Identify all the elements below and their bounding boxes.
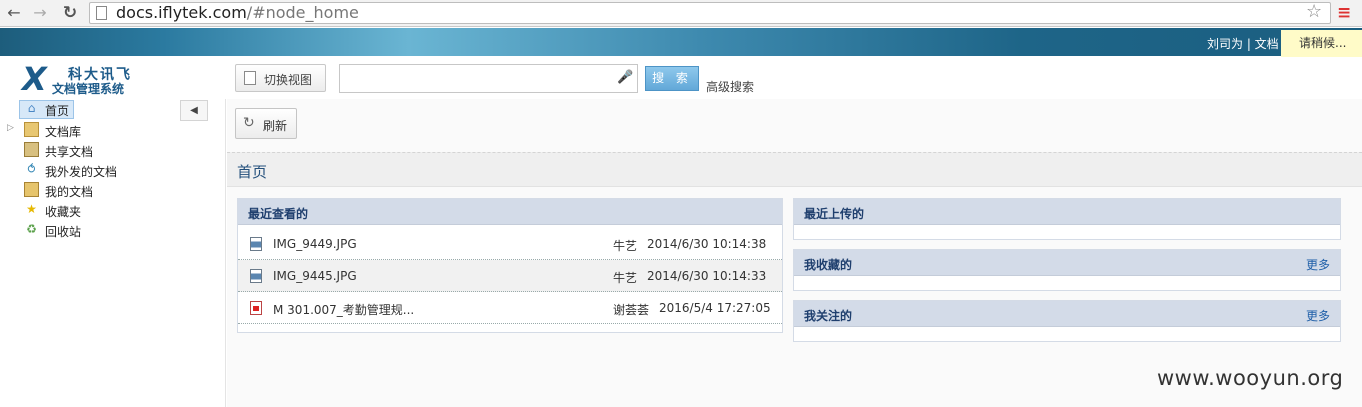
panel-title: 最近上传的 — [804, 207, 865, 221]
recycle-bin-icon: ♻ — [26, 222, 37, 236]
browser-toolbar: ← → ↻ docs.iflytek.com/#node_home ☆ ≡ — [0, 0, 1362, 27]
logo-system-name: 文档管理系统 — [52, 82, 125, 96]
expand-arrow-icon[interactable]: ▷ — [7, 123, 14, 133]
outgoing-icon: ⥀ — [27, 162, 36, 176]
sidebar-item-home[interactable]: ⌂ 首页 — [0, 100, 170, 119]
sidebar-item-label: 首页 — [45, 104, 70, 118]
page-icon — [96, 6, 107, 20]
advanced-search-link[interactable]: 高级搜索 — [706, 78, 754, 95]
panel-header: 我收藏的 更多 — [794, 250, 1340, 276]
address-bar[interactable]: docs.iflytek.com/#node_home — [89, 2, 1331, 24]
recent-viewed-panel: 最近查看的 IMG_9449.JPG 牛艺 2014/6/30 10:14:38… — [237, 198, 783, 333]
file-time: 2014/6/30 10:14:38 — [647, 237, 767, 251]
file-time: 2014/6/30 10:14:33 — [647, 269, 767, 283]
reload-icon[interactable]: ↻ — [60, 3, 80, 23]
file-name[interactable]: M 301.007_考勤管理规... — [273, 301, 414, 318]
sidebar-item-label: 我外发的文档 — [45, 165, 118, 179]
panel-title: 最近查看的 — [248, 207, 309, 221]
file-user: 牛艺 — [613, 271, 638, 285]
browser-menu-icon[interactable]: ≡ — [1337, 3, 1351, 23]
sidebar-item-recycle-bin[interactable]: ♻ 回收站 — [0, 221, 170, 239]
search-button[interactable]: 搜 索 — [645, 66, 699, 91]
file-user: 牛艺 — [613, 239, 638, 253]
panel-title: 我收藏的 — [804, 258, 853, 272]
more-link[interactable]: 更多 — [1306, 307, 1330, 324]
file-row[interactable]: IMG_9445.JPG 牛艺 2014/6/30 10:14:33 — [238, 260, 782, 292]
recent-uploaded-panel: 最近上传的 — [793, 198, 1341, 240]
microphone-icon[interactable]: 🎤 — [617, 70, 633, 85]
file-name[interactable]: IMG_9445.JPG — [273, 269, 357, 283]
image-file-icon — [250, 237, 262, 251]
switch-view-label: 切换视图 — [264, 73, 313, 87]
sidebar-item-favorites[interactable]: ★ 收藏夹 — [0, 201, 170, 219]
collapse-sidebar-button[interactable]: ◀ — [180, 100, 208, 121]
main-content: ↻ 刷新 首页 最近查看的 IMG_9449.JPG 牛艺 2014/6/30 … — [227, 99, 1362, 407]
sidebar-item-my-docs[interactable]: 我的文档 — [0, 181, 170, 199]
sidebar-item-label: 文档库 — [45, 125, 82, 139]
sidebar-item-label: 我的文档 — [45, 185, 94, 199]
logo-mark-icon: X — [22, 60, 47, 98]
shared-icon — [24, 142, 39, 157]
refresh-icon: ↻ — [243, 115, 255, 131]
more-link[interactable]: 更多 — [1306, 256, 1330, 273]
star-icon: ★ — [26, 202, 37, 216]
file-row[interactable]: IMG_9449.JPG 牛艺 2014/6/30 10:14:38 — [238, 228, 782, 260]
forward-icon[interactable]: → — [30, 3, 50, 23]
my-favorites-panel: 我收藏的 更多 — [793, 249, 1341, 291]
panel-header: 最近查看的 — [238, 199, 782, 225]
switch-view-icon — [244, 71, 256, 85]
page-title: 首页 — [237, 163, 268, 181]
watermark: www.wooyun.org — [1157, 366, 1344, 390]
refresh-label: 刷新 — [263, 119, 288, 133]
url-text: docs.iflytek.com/#node_home — [116, 3, 359, 22]
panel-header: 我关注的 更多 — [794, 301, 1340, 327]
file-row[interactable]: M 301.007_考勤管理规... 谢荟荟 2016/5/4 17:27:05 — [238, 292, 782, 324]
back-icon[interactable]: ← — [4, 3, 24, 23]
sidebar-item-label: 收藏夹 — [45, 205, 82, 219]
my-docs-icon — [24, 182, 39, 197]
home-icon: ⌂ — [27, 101, 36, 115]
user-info[interactable]: 刘司为 | 文档 — [1207, 35, 1279, 52]
sidebar-item-shared[interactable]: 共享文档 — [0, 141, 170, 159]
sidebar-item-library[interactable]: ▷ 文档库 — [0, 121, 170, 139]
pdf-file-icon — [250, 301, 262, 315]
bookmark-star-icon[interactable]: ☆ — [1306, 2, 1322, 22]
refresh-button[interactable]: ↻ 刷新 — [235, 108, 297, 139]
panel-header: 最近上传的 — [794, 199, 1340, 225]
search-input[interactable]: 🎤 — [339, 64, 638, 93]
panel-title: 我关注的 — [804, 309, 853, 323]
page-title-bar: 首页 — [227, 152, 1362, 187]
file-time: 2016/5/4 17:27:05 — [659, 301, 771, 315]
library-icon — [24, 122, 39, 137]
my-follows-panel: 我关注的 更多 — [793, 300, 1341, 342]
sidebar-item-outgoing[interactable]: ⥀ 我外发的文档 — [0, 161, 170, 179]
logo: X 科大讯飞 文档管理系统 — [22, 62, 162, 96]
image-file-icon — [250, 269, 262, 283]
loading-indicator: 请稍候... — [1281, 30, 1362, 57]
sidebar-item-label: 共享文档 — [45, 145, 94, 159]
file-name[interactable]: IMG_9449.JPG — [273, 237, 357, 251]
file-user: 谢荟荟 — [613, 303, 650, 317]
sidebar-item-label: 回收站 — [45, 225, 82, 239]
switch-view-button[interactable]: 切换视图 — [235, 64, 326, 92]
sidebar: ◀ ⌂ 首页 ▷ 文档库 共享文档 ⥀ 我外发的文档 我的文档 ★ 收藏夹 ♻ … — [0, 99, 226, 407]
header-band: 刘司为 | 文档 — [0, 28, 1362, 56]
